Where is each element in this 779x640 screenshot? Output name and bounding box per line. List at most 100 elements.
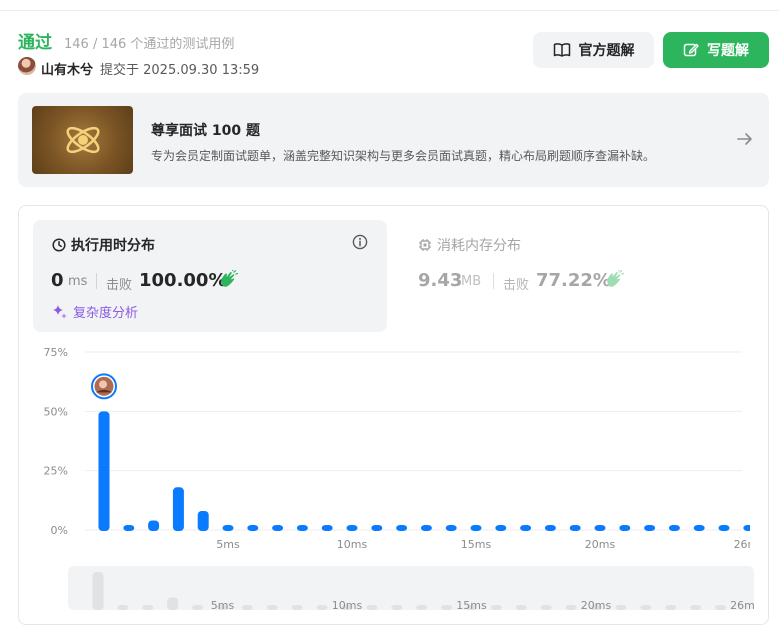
overview-bar bbox=[291, 605, 303, 610]
write-solution-label: 写题解 bbox=[707, 43, 749, 59]
runtime-bar[interactable] bbox=[172, 487, 184, 531]
runtime-bar[interactable] bbox=[569, 525, 581, 531]
overview-bar bbox=[266, 605, 278, 610]
username-link[interactable]: 山有木兮 bbox=[41, 59, 93, 78]
premium-promo-banner[interactable]: 尊享面试 100 题 专为会员定制面试题单，涵盖完整知识架构与更多会员面试真题，… bbox=[18, 93, 769, 187]
promo-description: 专为会员定制面试题单，涵盖完整知识架构与更多会员面试真题，精心布局刷题顺序查漏补… bbox=[151, 149, 656, 163]
promo-title: 尊享面试 100 题 bbox=[151, 123, 260, 139]
runtime-bar[interactable] bbox=[148, 520, 160, 531]
overview-bar bbox=[192, 605, 204, 610]
overview-bar bbox=[241, 605, 253, 610]
overview-bar bbox=[515, 605, 527, 610]
arrow-right-icon[interactable] bbox=[736, 131, 754, 147]
runtime-bar[interactable] bbox=[346, 525, 358, 531]
runtime-bar[interactable] bbox=[470, 525, 482, 531]
runtime-title: 执行用时分布 bbox=[52, 235, 155, 255]
pass-count: 146 / 146 个通过的测试用例 bbox=[64, 37, 235, 52]
runtime-bar[interactable] bbox=[718, 525, 730, 531]
submit-time: 提交于 2025.09.30 13:59 bbox=[100, 63, 260, 78]
overview-bar bbox=[167, 597, 179, 610]
overview-bar bbox=[142, 605, 154, 610]
overview-bar bbox=[565, 605, 577, 610]
submission-status: 通过 bbox=[18, 33, 52, 53]
info-icon[interactable] bbox=[352, 234, 368, 250]
runtime-distribution-chart[interactable]: 0% 25% 50% 75% 5ms 10ms 15ms 20ms 26ms bbox=[30, 340, 750, 555]
top-divider bbox=[0, 10, 779, 11]
atom-icon bbox=[65, 126, 100, 154]
overview-tick-label: 20ms bbox=[581, 599, 612, 610]
runtime-bar[interactable] bbox=[693, 525, 705, 531]
runtime-bar[interactable] bbox=[520, 525, 532, 531]
overview-tick-label: 15ms bbox=[456, 599, 487, 610]
overview-bar bbox=[615, 605, 627, 610]
overview-bar bbox=[366, 605, 378, 610]
memory-separator bbox=[493, 273, 494, 289]
clock-icon bbox=[52, 238, 66, 252]
runtime-bar[interactable] bbox=[420, 525, 432, 531]
x-tick-label: 5ms bbox=[216, 538, 240, 551]
overview-tick-label: 26ms bbox=[730, 599, 754, 610]
runtime-unit: ms bbox=[68, 274, 88, 289]
runtime-bar[interactable] bbox=[396, 525, 408, 531]
y-tick-label: 25% bbox=[44, 465, 68, 478]
runtime-bar[interactable] bbox=[668, 525, 680, 531]
runtime-beats-percent: 100.00% bbox=[139, 270, 227, 291]
x-tick-label: 20ms bbox=[585, 538, 616, 551]
overview-bars: 5ms 10ms 15ms 20ms 26ms bbox=[92, 572, 754, 610]
runtime-bar[interactable] bbox=[197, 511, 209, 531]
runtime-value: 0 bbox=[51, 270, 64, 291]
runtime-bar[interactable] bbox=[619, 525, 631, 531]
runtime-bar[interactable] bbox=[644, 525, 656, 531]
memory-unit: MB bbox=[461, 274, 482, 289]
y-tick-label: 50% bbox=[44, 405, 68, 418]
runtime-bar[interactable] bbox=[594, 525, 606, 531]
complexity-analysis-link[interactable]: 复杂度分析 bbox=[52, 302, 138, 321]
runtime-bar[interactable] bbox=[495, 525, 507, 531]
runtime-bar[interactable] bbox=[321, 525, 333, 531]
memory-title-text: 消耗内存分布 bbox=[437, 238, 521, 254]
official-solution-button[interactable]: 官方题解 bbox=[533, 32, 654, 68]
runtime-bar[interactable] bbox=[222, 525, 234, 531]
official-solution-label: 官方题解 bbox=[578, 43, 635, 59]
overview-bar bbox=[640, 605, 652, 610]
y-tick-label: 0% bbox=[51, 524, 68, 537]
complexity-label: 复杂度分析 bbox=[73, 306, 139, 321]
overview-bar bbox=[540, 605, 552, 610]
overview-bar bbox=[92, 572, 104, 610]
runtime-bar[interactable] bbox=[296, 525, 308, 531]
runtime-beats-label: 击败 bbox=[106, 278, 133, 293]
overview-bar bbox=[391, 605, 403, 610]
x-tick-label: 15ms bbox=[461, 538, 492, 551]
promo-thumbnail bbox=[32, 106, 133, 174]
edit-icon bbox=[683, 43, 699, 57]
chip-icon bbox=[419, 239, 431, 251]
runtime-bar[interactable] bbox=[123, 525, 135, 531]
memory-value: 9.43 bbox=[418, 270, 463, 291]
runtime-separator bbox=[96, 273, 97, 289]
runtime-bar[interactable] bbox=[371, 525, 383, 531]
user-avatar[interactable] bbox=[18, 57, 36, 75]
memory-tab[interactable]: 消耗内存分布 bbox=[418, 235, 521, 255]
overview-bar bbox=[441, 605, 453, 610]
overview-bar bbox=[690, 605, 702, 610]
overview-bar bbox=[416, 605, 428, 610]
runtime-bar[interactable] bbox=[544, 525, 556, 531]
x-tick-label: 26ms bbox=[734, 538, 750, 551]
overview-bar bbox=[490, 605, 502, 610]
my-submission-avatar-marker[interactable] bbox=[91, 373, 117, 400]
overview-tick-label: 5ms bbox=[211, 599, 235, 610]
runtime-bar[interactable] bbox=[247, 525, 259, 531]
memory-beats-percent: 77.22% bbox=[536, 270, 611, 291]
runtime-bar[interactable] bbox=[98, 411, 110, 531]
sparkle-icon bbox=[53, 304, 67, 319]
book-icon bbox=[553, 43, 570, 57]
write-solution-button[interactable]: 写题解 bbox=[663, 32, 769, 68]
overview-bar bbox=[316, 605, 328, 610]
runtime-bar[interactable] bbox=[272, 525, 284, 531]
runtime-bar[interactable] bbox=[743, 525, 750, 531]
overview-tick-label: 10ms bbox=[332, 599, 363, 610]
overview-bar bbox=[665, 605, 677, 610]
overview-bar bbox=[715, 605, 726, 610]
runtime-title-text: 执行用时分布 bbox=[71, 238, 155, 254]
runtime-bar[interactable] bbox=[445, 525, 457, 531]
